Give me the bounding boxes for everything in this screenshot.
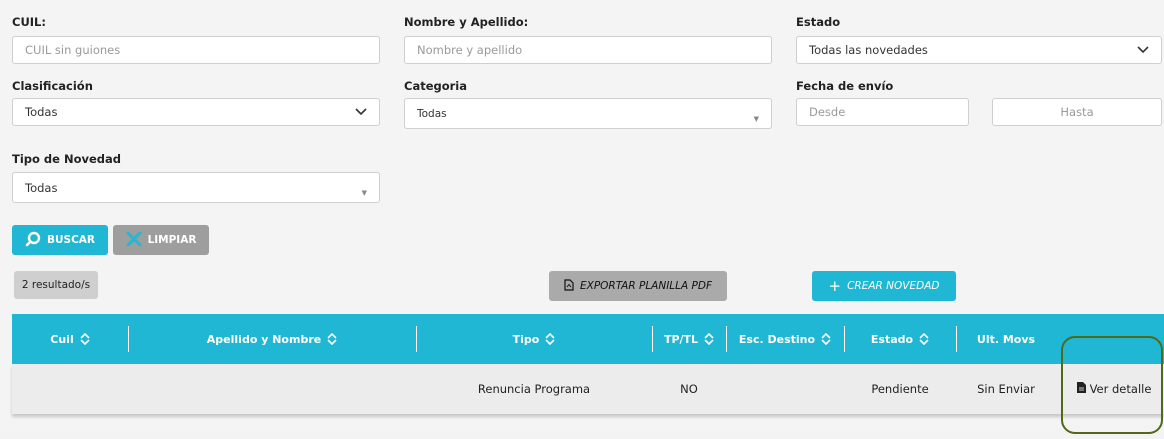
clasificacion-value: Todas: [25, 105, 58, 119]
crear-label: CREAR NOVEDAD: [847, 280, 940, 292]
header-label: Estado: [870, 332, 914, 346]
tipo-novedad-label: Tipo de Novedad: [12, 152, 122, 166]
header-tipo[interactable]: Tipo: [416, 314, 652, 364]
header-esc-destino[interactable]: Esc. Destino: [726, 314, 844, 364]
cell-cuil: [12, 364, 128, 414]
header-label: Apellido y Nombre: [206, 332, 322, 346]
cell-estado: Pendiente: [871, 382, 929, 396]
cuil-placeholder: CUIL sin guiones: [25, 43, 121, 57]
results-count: 2 resultado/s: [14, 271, 98, 299]
sort-icon: [821, 333, 831, 345]
nombre-input[interactable]: Nombre y apellido: [404, 36, 772, 64]
buscar-button[interactable]: BUSCAR: [12, 225, 108, 255]
header-tptl[interactable]: TP/TL: [652, 314, 726, 364]
search-icon: [25, 231, 41, 250]
filter-panel: CUIL: Nombre y Apellido: Estado CUIL sin…: [0, 0, 1164, 434]
caret-down-icon: ▼: [753, 114, 759, 123]
chevron-down-icon: [1137, 44, 1149, 56]
tipo-novedad-select[interactable]: Todas ▼: [12, 172, 380, 203]
estado-value: Todas las novedades: [809, 43, 928, 57]
pdf-file-icon: [564, 278, 574, 294]
clasificacion-select[interactable]: Todas: [12, 98, 380, 126]
highlight-box: [1061, 336, 1163, 434]
sort-icon: [327, 333, 337, 345]
buscar-label: BUSCAR: [46, 234, 95, 246]
table-row: Renuncia Programa NO Pendiente Sin Envia…: [12, 364, 1164, 414]
nombre-label: Nombre y Apellido:: [404, 15, 529, 29]
exportar-pdf-button[interactable]: EXPORTAR PLANILLA PDF: [549, 271, 727, 301]
cell-tptl: NO: [680, 382, 698, 396]
header-estado[interactable]: Estado: [844, 314, 956, 364]
table-header: Cuil Apellido y Nombre Tipo TP/TL Esc. D…: [12, 314, 1164, 364]
header-label: Tipo: [512, 332, 540, 346]
sort-icon: [545, 333, 555, 345]
fecha-envio-label: Fecha de envío: [796, 79, 894, 93]
desde-placeholder: Desde: [809, 105, 846, 119]
header-ult-movs: Ult. Movs: [956, 314, 1056, 364]
close-icon: [125, 230, 142, 249]
fecha-desde-input[interactable]: Desde: [796, 98, 969, 126]
exportar-label: EXPORTAR PLANILLA PDF: [580, 280, 712, 292]
header-label: Ult. Movs: [976, 332, 1036, 346]
plus-icon: +: [828, 277, 842, 295]
hasta-placeholder: Hasta: [1060, 105, 1094, 119]
categoria-label: Categoria: [404, 79, 468, 93]
cell-esc-destino: [726, 364, 844, 414]
sort-icon: [919, 333, 929, 345]
cell-tipo: Renuncia Programa: [477, 382, 591, 396]
categoria-select[interactable]: Todas ▼: [404, 98, 772, 129]
cuil-label: CUIL:: [12, 15, 46, 29]
cuil-input[interactable]: CUIL sin guiones: [12, 36, 380, 64]
estado-select[interactable]: Todas las novedades: [796, 36, 1162, 64]
header-apellido-nombre[interactable]: Apellido y Nombre: [128, 314, 416, 364]
cell-nombre: [128, 364, 416, 414]
header-label: Cuil: [50, 332, 74, 346]
caret-down-icon: ▼: [361, 188, 367, 197]
sort-icon: [80, 333, 90, 345]
header-label: TP/TL: [663, 332, 699, 346]
header-cuil[interactable]: Cuil: [12, 314, 128, 364]
crear-novedad-button[interactable]: + CREAR NOVEDAD: [812, 271, 956, 301]
sort-icon: [704, 333, 714, 345]
chevron-down-icon: [355, 106, 367, 118]
nombre-placeholder: Nombre y apellido: [417, 43, 523, 57]
cell-ult-movs: Sin Enviar: [977, 382, 1035, 396]
fecha-hasta-input[interactable]: Hasta: [992, 98, 1162, 126]
tipo-novedad-value: Todas: [25, 180, 58, 195]
estado-label: Estado: [796, 15, 841, 29]
header-label: Esc. Destino: [738, 332, 816, 346]
clasificacion-label: Clasificación: [12, 79, 93, 93]
limpiar-label: LIMPIAR: [147, 234, 197, 246]
categoria-value: Todas: [417, 107, 447, 120]
limpiar-button[interactable]: LIMPIAR: [113, 225, 209, 255]
